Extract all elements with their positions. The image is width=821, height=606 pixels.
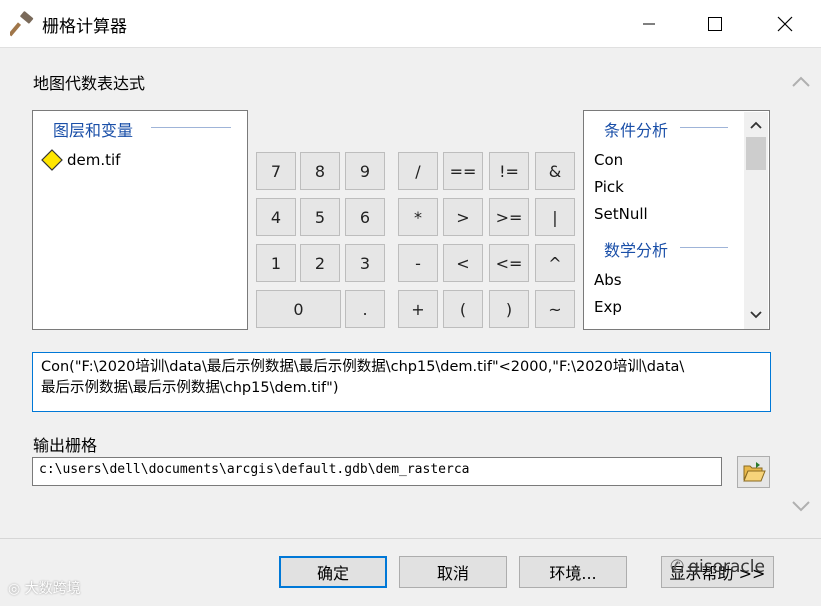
browse-button[interactable] [737, 456, 770, 488]
key-not[interactable]: ~ [535, 290, 575, 328]
function-item-pick[interactable]: Pick [594, 178, 624, 196]
window-title: 栅格计算器 [42, 17, 127, 37]
key-minus[interactable]: - [398, 244, 438, 282]
chevron-up-icon[interactable] [748, 118, 764, 132]
layers-panel[interactable]: 图层和变量 dem.tif [32, 110, 248, 330]
watermark-left: ◎ 大数跨境 [8, 581, 81, 597]
watermark-right: ✆ gisoracle [670, 557, 765, 577]
key-open-paren[interactable]: ( [443, 290, 483, 328]
functions-scrollbar[interactable] [744, 112, 768, 329]
key-4[interactable]: 4 [256, 198, 296, 236]
key-greater[interactable]: > [443, 198, 483, 236]
header-divider [151, 127, 231, 128]
conditional-group-header: 条件分析 [604, 121, 669, 140]
key-xor[interactable]: ^ [535, 244, 575, 282]
expression-line-2: 最后示例数据\最后示例数据\chp15\dem.tif") [41, 380, 339, 396]
expression-label: 地图代数表达式 [33, 74, 146, 93]
close-icon [777, 16, 793, 32]
key-divide[interactable]: / [398, 152, 438, 190]
function-item-exp[interactable]: Exp [594, 298, 622, 316]
key-0[interactable]: 0 [256, 290, 341, 328]
minimize-button[interactable] [616, 0, 682, 48]
layer-name: dem.tif [67, 151, 121, 169]
expression-input[interactable]: Con("F:\2020培训\data\最后示例数据\最后示例数据\chp15\… [32, 352, 771, 412]
layers-header: 图层和变量 [53, 121, 134, 140]
chevron-down-icon[interactable] [790, 498, 812, 514]
key-1[interactable]: 1 [256, 244, 296, 282]
key-6[interactable]: 6 [345, 198, 385, 236]
key-2[interactable]: 2 [300, 244, 340, 282]
camera-icon: ◎ [8, 581, 25, 597]
hammer-icon [10, 11, 34, 37]
header-divider [680, 247, 728, 248]
key-8[interactable]: 8 [300, 152, 340, 190]
function-item-con[interactable]: Con [594, 151, 623, 169]
chevron-up-icon[interactable] [790, 74, 812, 90]
maximize-icon [708, 17, 722, 31]
key-decimal[interactable]: . [345, 290, 385, 328]
functions-panel[interactable]: 条件分析 Con Pick SetNull 数学分析 Abs Exp [583, 110, 770, 330]
key-greater-equal[interactable]: >= [489, 198, 529, 236]
function-item-abs[interactable]: Abs [594, 271, 622, 289]
chevron-down-icon[interactable] [748, 308, 764, 322]
scrollbar-thumb[interactable] [746, 137, 766, 170]
maximize-button[interactable] [682, 0, 748, 48]
key-close-paren[interactable]: ) [489, 290, 529, 328]
key-multiply[interactable]: * [398, 198, 438, 236]
key-plus[interactable]: + [398, 290, 438, 328]
key-9[interactable]: 9 [345, 152, 385, 190]
key-and[interactable]: & [535, 152, 575, 190]
wechat-icon: ✆ [670, 557, 685, 577]
expression-line-1: Con("F:\2020培训\data\最后示例数据\最后示例数据\chp15\… [41, 359, 685, 375]
key-3[interactable]: 3 [345, 244, 385, 282]
layer-item-dem[interactable]: dem.tif [41, 149, 120, 171]
key-not-equal[interactable]: != [489, 152, 529, 190]
key-5[interactable]: 5 [300, 198, 340, 236]
title-bar: 栅格计算器 [0, 0, 821, 48]
environments-button[interactable]: 环境... [519, 556, 627, 588]
key-less[interactable]: < [443, 244, 483, 282]
cancel-button[interactable]: 取消 [399, 556, 507, 588]
minimize-icon [643, 23, 655, 25]
math-group-header: 数学分析 [604, 241, 669, 260]
key-7[interactable]: 7 [256, 152, 296, 190]
key-less-equal[interactable]: <= [489, 244, 529, 282]
header-divider [680, 127, 728, 128]
function-item-setnull[interactable]: SetNull [594, 205, 648, 223]
folder-open-icon [742, 462, 766, 482]
output-label: 输出栅格 [33, 436, 98, 455]
ok-button[interactable]: 确定 [279, 556, 387, 588]
close-button[interactable] [752, 0, 818, 48]
key-or[interactable]: | [535, 198, 575, 236]
raster-layer-icon [41, 149, 63, 171]
output-raster-input[interactable]: c:\users\dell\documents\arcgis\default.g… [32, 457, 722, 486]
key-equal[interactable]: == [443, 152, 483, 190]
